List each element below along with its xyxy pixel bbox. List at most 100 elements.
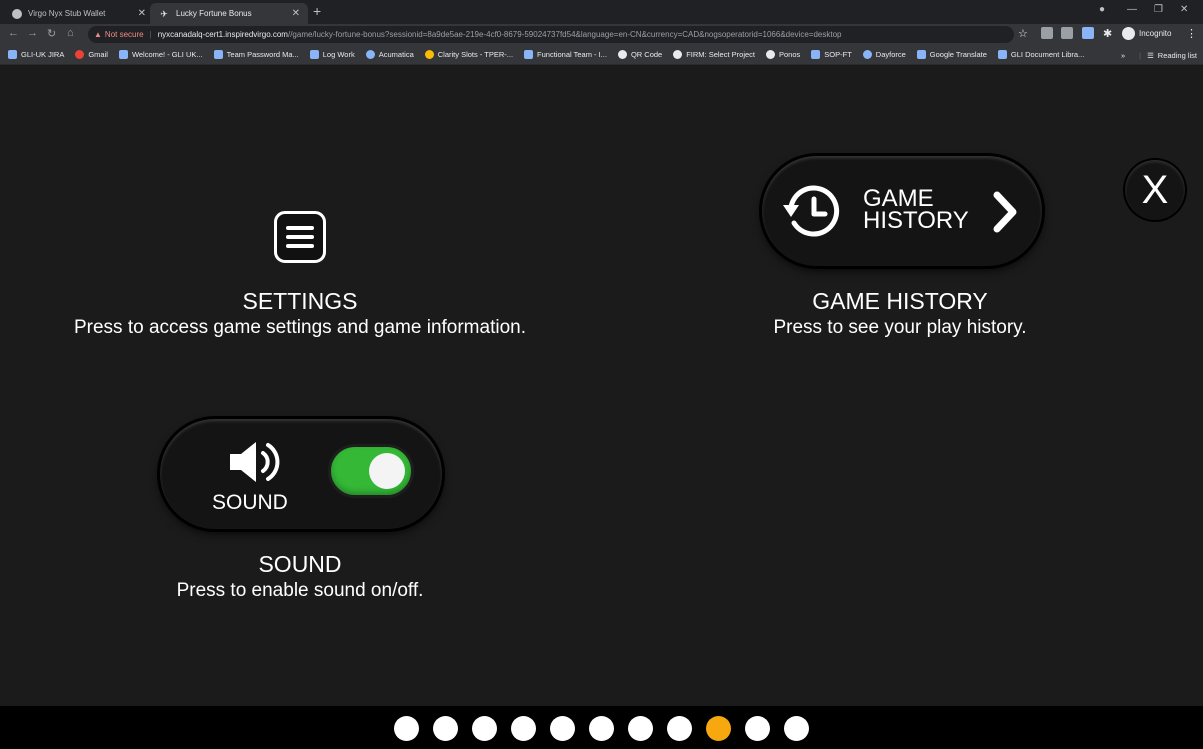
url-path: //game/lucky-fortune-bonus?sessionid=8a9… bbox=[287, 30, 842, 39]
menu-line bbox=[286, 235, 314, 239]
game-history-description: Press to see your play history. bbox=[773, 317, 1027, 338]
bookmarks-overflow-button[interactable]: » bbox=[1121, 51, 1125, 60]
close-tab-icon[interactable]: ✕ bbox=[292, 8, 300, 19]
page-indicator-bar bbox=[0, 706, 1203, 749]
address-toolbar: ← → ↻ ⌂ ▲ Not secure | nyxcanadalq-cert1… bbox=[0, 24, 1203, 45]
sound-button-label: SOUND bbox=[212, 491, 288, 514]
window-close-icon[interactable]: ✕ bbox=[1180, 4, 1188, 15]
tab-title: Lucky Fortune Bonus bbox=[176, 9, 252, 18]
tab-favicon-icon bbox=[12, 8, 22, 19]
incognito-indicator[interactable]: Incognito bbox=[1122, 27, 1171, 40]
incognito-icon bbox=[1122, 27, 1135, 40]
address-bar[interactable]: ▲ Not secure | nyxcanadalq-cert1.inspire… bbox=[88, 26, 1014, 43]
reading-list-button[interactable]: Reading list bbox=[1158, 51, 1197, 60]
history-clock-icon bbox=[783, 185, 840, 237]
page-dot[interactable] bbox=[745, 716, 770, 741]
bookmark-item[interactable]: GLI Document Libra... bbox=[997, 50, 1084, 59]
bookmark-icon bbox=[673, 50, 683, 59]
bookmarks-bar: GLI-UK JIRA Gmail Welcome! - GLI UK... T… bbox=[0, 45, 1203, 65]
reading-list-area: » | ☰ Reading list bbox=[1112, 45, 1197, 64]
sound-control-panel: SOUND bbox=[160, 419, 442, 529]
record-icon[interactable]: ● bbox=[1099, 4, 1105, 15]
security-status: Not secure bbox=[104, 30, 144, 39]
bookmark-item[interactable]: Ponos bbox=[766, 50, 800, 59]
bookmark-item[interactable]: SOP-FT bbox=[811, 50, 852, 59]
bookmark-item[interactable]: Google Translate bbox=[916, 50, 987, 59]
page-dot[interactable] bbox=[550, 716, 575, 741]
bookmark-item[interactable]: Log Work bbox=[309, 50, 355, 59]
tab-virgo-nyx[interactable]: Virgo Nyx Stub Wallet ✕ bbox=[4, 3, 154, 24]
bookmark-icon bbox=[997, 50, 1007, 59]
bookmark-item[interactable]: GLI-UK JIRA bbox=[8, 50, 64, 59]
bookmark-icon bbox=[8, 50, 17, 59]
bookmark-item[interactable]: Acumatica bbox=[365, 50, 414, 59]
forward-icon[interactable]: → bbox=[27, 27, 38, 39]
more-menu-icon[interactable]: ⋮ bbox=[1186, 27, 1197, 40]
extension-icon[interactable] bbox=[1041, 27, 1053, 39]
menu-line bbox=[286, 226, 314, 230]
bookmark-item[interactable]: Clarity Slots - TPER-... bbox=[424, 50, 513, 59]
bookmark-item[interactable]: Gmail bbox=[75, 50, 108, 59]
bookmark-icon bbox=[213, 50, 223, 59]
bookmark-item[interactable]: Team Password Ma... bbox=[213, 50, 299, 59]
bookmark-icon bbox=[916, 50, 926, 59]
reload-icon[interactable]: ↻ bbox=[47, 27, 56, 40]
settings-title: SETTINGS bbox=[242, 288, 358, 314]
game-menu-screen: SETTINGS Press to access game settings a… bbox=[0, 66, 1203, 706]
page-dot[interactable] bbox=[433, 716, 458, 741]
page-dot[interactable] bbox=[472, 716, 497, 741]
url-host: nyxcanadalq-cert1.inspiredvirgo.com bbox=[157, 30, 288, 39]
bookmark-item[interactable]: FIRM: Select Project bbox=[673, 50, 755, 59]
puzzle-icon[interactable]: ✱ bbox=[1103, 27, 1112, 40]
restore-icon[interactable]: ❐ bbox=[1154, 4, 1163, 15]
page-dot[interactable] bbox=[589, 716, 614, 741]
bookmark-icon bbox=[424, 50, 434, 59]
bookmark-icon bbox=[766, 50, 775, 59]
close-tab-icon[interactable]: ✕ bbox=[138, 8, 146, 19]
game-history-button[interactable]: GAME HISTORY bbox=[762, 156, 1042, 266]
page-dot-active[interactable] bbox=[706, 716, 731, 741]
close-menu-button[interactable]: X bbox=[1125, 160, 1185, 220]
bookmark-icon bbox=[524, 50, 534, 59]
settings-menu-button[interactable] bbox=[274, 211, 326, 263]
bookmark-item[interactable]: Welcome! - GLI UK... bbox=[118, 50, 203, 59]
bookmark-icon bbox=[811, 50, 821, 59]
minimize-icon[interactable]: — bbox=[1127, 4, 1137, 15]
chevron-right-icon bbox=[993, 191, 1017, 233]
menu-line bbox=[286, 244, 314, 248]
sound-toggle[interactable] bbox=[328, 444, 414, 498]
toggle-knob bbox=[369, 453, 405, 489]
page-dot[interactable] bbox=[784, 716, 809, 741]
tab-lucky-fortune[interactable]: ✈ Lucky Fortune Bonus ✕ bbox=[150, 3, 308, 24]
bookmark-item[interactable]: Dayforce bbox=[862, 50, 906, 59]
page-dot[interactable] bbox=[628, 716, 653, 741]
incognito-label: Incognito bbox=[1139, 29, 1172, 38]
page-dots bbox=[394, 716, 809, 741]
bookmark-icon bbox=[309, 50, 319, 59]
browser-tab-bar: Virgo Nyx Stub Wallet ✕ ✈ Lucky Fortune … bbox=[0, 0, 1203, 24]
page-dot[interactable] bbox=[394, 716, 419, 741]
bookmark-item[interactable]: QR Code bbox=[617, 50, 662, 59]
settings-description: Press to access game settings and game i… bbox=[73, 317, 526, 338]
warning-icon: ▲ bbox=[94, 30, 102, 39]
bookmark-icon bbox=[75, 50, 85, 59]
page-dot[interactable] bbox=[667, 716, 692, 741]
sound-description: Press to enable sound on/off. bbox=[176, 580, 424, 601]
bookmark-icon bbox=[862, 50, 872, 59]
bookmark-item[interactable]: Functional Team - I... bbox=[524, 50, 607, 59]
bookmark-icon bbox=[617, 50, 627, 59]
speaker-icon bbox=[230, 442, 280, 482]
new-tab-icon[interactable]: + bbox=[313, 3, 321, 19]
home-icon[interactable]: ⌂ bbox=[67, 27, 74, 39]
separator: | bbox=[149, 30, 152, 39]
tab-favicon-icon: ✈ bbox=[160, 8, 168, 19]
star-icon[interactable]: ☆ bbox=[1018, 27, 1028, 40]
page-dot[interactable] bbox=[511, 716, 536, 741]
bookmark-icon bbox=[118, 50, 128, 59]
back-icon[interactable]: ← bbox=[8, 27, 19, 39]
bookmark-icon bbox=[365, 50, 375, 59]
extension-icon[interactable] bbox=[1082, 27, 1094, 39]
separator: | bbox=[1139, 50, 1142, 60]
extension-icon[interactable] bbox=[1061, 27, 1073, 39]
game-history-title: GAME HISTORY bbox=[812, 288, 988, 314]
